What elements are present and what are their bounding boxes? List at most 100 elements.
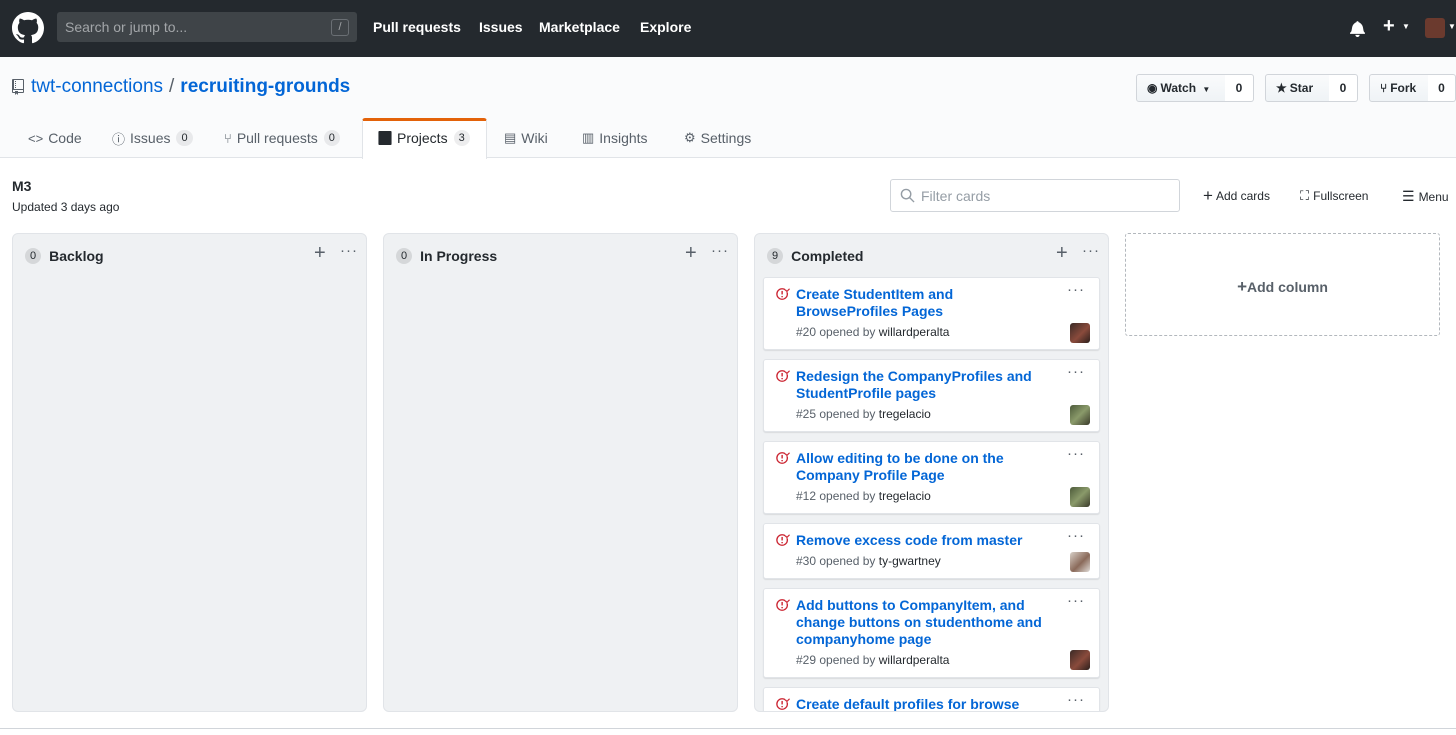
add-card-plus-icon[interactable]: + xyxy=(1056,242,1068,265)
menu-button[interactable]: ☰ Menu xyxy=(1402,188,1449,205)
nav-marketplace[interactable]: Marketplace xyxy=(539,19,620,35)
issue-meta: #20 opened by willardperalta xyxy=(796,325,949,339)
issue-title-link[interactable]: Remove excess code from master xyxy=(796,532,1056,549)
column-menu-icon[interactable]: ··· xyxy=(340,242,358,259)
avatar[interactable] xyxy=(1070,323,1090,343)
issue-card[interactable]: Allow editing to be done on the Company … xyxy=(763,441,1100,514)
avatar[interactable] xyxy=(1070,552,1090,572)
nav-explore[interactable]: Explore xyxy=(640,19,691,35)
issue-card[interactable]: Create StudentItem and BrowseProfiles Pa… xyxy=(763,277,1100,350)
tab-counter: 0 xyxy=(176,130,193,146)
issue-author-link[interactable]: willardperalta xyxy=(879,653,950,667)
issue-number: #20 opened by xyxy=(796,325,876,339)
issue-number: #29 opened by xyxy=(796,653,876,667)
fork-button[interactable]: ⑂ Fork xyxy=(1369,74,1429,102)
github-logo-icon[interactable] xyxy=(12,12,44,44)
issue-author-link[interactable]: willardperalta xyxy=(879,325,950,339)
repo-name-link[interactable]: recruiting-grounds xyxy=(180,76,350,98)
column-card-count: 0 xyxy=(25,248,42,264)
tab-wiki[interactable]: ▤ Wiki xyxy=(504,129,548,147)
closed-issue-icon xyxy=(776,598,790,611)
watch-count[interactable]: 0 xyxy=(1225,74,1254,102)
column-menu-icon[interactable]: ··· xyxy=(711,242,729,259)
tab-insights[interactable]: ▥ Insights xyxy=(582,129,648,147)
issue-meta: #12 opened by tregelacio xyxy=(796,489,931,503)
column-menu-icon[interactable]: ··· xyxy=(1082,242,1100,259)
tab-settings[interactable]: ⚙ Settings xyxy=(684,129,751,147)
card-menu-icon[interactable]: ··· xyxy=(1067,363,1085,380)
star-count[interactable]: 0 xyxy=(1329,74,1358,102)
card-menu-icon[interactable]: ··· xyxy=(1067,691,1085,708)
nav-pull-requests[interactable]: Pull requests xyxy=(373,19,461,35)
closed-issue-icon xyxy=(776,287,790,300)
add-column-text: Add column xyxy=(1247,279,1328,295)
code-icon: <> xyxy=(28,130,44,146)
fullscreen-button[interactable]: ⛶ Fullscreen xyxy=(1300,188,1368,204)
nav-issues[interactable]: Issues xyxy=(479,19,523,35)
filter-cards-input[interactable]: Filter cards xyxy=(890,179,1180,212)
issue-number: #12 opened by xyxy=(796,489,876,503)
project-column-in-progress: 0 In Progress + ··· xyxy=(383,233,738,712)
issue-title-link[interactable]: Add buttons to CompanyItem, and change b… xyxy=(796,597,1056,648)
search-input[interactable]: Search or jump to... / xyxy=(57,12,357,42)
avatar[interactable] xyxy=(1070,405,1090,425)
project-column-backlog: 0 Backlog + ··· xyxy=(12,233,367,712)
column-header: 0 Backlog xyxy=(25,248,104,264)
card-menu-icon[interactable]: ··· xyxy=(1067,445,1085,462)
plus-icon: + xyxy=(1237,277,1248,296)
column-header: 9 Completed xyxy=(767,248,863,264)
repo-owner-link[interactable]: twt-connections xyxy=(31,76,163,98)
star-button[interactable]: ★ Star xyxy=(1265,74,1330,102)
chevron-down-icon: ▼ xyxy=(1402,22,1410,31)
repository-header: twt-connections / recruiting-grounds ◉ Wa… xyxy=(0,57,1456,159)
avatar[interactable] xyxy=(1425,18,1445,38)
tab-label: Projects xyxy=(397,130,448,146)
pull-request-icon: ⑂ xyxy=(224,130,232,146)
issue-meta: #25 opened by tregelacio xyxy=(796,407,931,421)
bell-icon[interactable] xyxy=(1350,20,1365,37)
issue-meta: #29 opened by willardperalta xyxy=(796,653,949,667)
issue-title-link[interactable]: Redesign the CompanyProfiles and Student… xyxy=(796,368,1056,402)
issue-title-link[interactable]: Create StudentItem and BrowseProfiles Pa… xyxy=(796,286,1056,320)
closed-issue-icon xyxy=(776,451,790,464)
add-column-button[interactable]: +Add column xyxy=(1125,233,1440,336)
issue-card[interactable]: Create default profiles for browse ··· xyxy=(763,687,1100,711)
avatar[interactable] xyxy=(1070,487,1090,507)
issue-title-link[interactable]: Create default profiles for browse xyxy=(796,696,1056,711)
project-updated: Updated 3 days ago xyxy=(12,200,120,214)
column-title[interactable]: In Progress xyxy=(420,248,497,264)
issue-author-link[interactable]: tregelacio xyxy=(879,489,931,503)
menu-label: Menu xyxy=(1418,189,1449,204)
column-title[interactable]: Completed xyxy=(791,248,863,264)
tab-issues[interactable]: ⓘ Issues 0 xyxy=(112,129,193,147)
issue-author-link[interactable]: tregelacio xyxy=(879,407,931,421)
add-card-plus-icon[interactable]: + xyxy=(685,242,697,265)
card-menu-icon[interactable]: ··· xyxy=(1067,527,1085,544)
column-title[interactable]: Backlog xyxy=(49,248,103,264)
tab-code[interactable]: <> Code xyxy=(28,129,82,147)
card-menu-icon[interactable]: ··· xyxy=(1067,281,1085,298)
card-menu-icon[interactable]: ··· xyxy=(1067,592,1085,609)
search-placeholder: Search or jump to... xyxy=(65,19,188,35)
chevron-down-icon: ▼ xyxy=(1448,22,1456,31)
tab-label: Wiki xyxy=(521,130,548,146)
watch-button[interactable]: ◉ Watch ▼ xyxy=(1136,74,1226,102)
create-new-icon[interactable]: + xyxy=(1383,15,1395,38)
add-card-plus-icon[interactable]: + xyxy=(314,242,326,265)
eye-icon: ◉ xyxy=(1147,81,1158,95)
search-shortcut-key: / xyxy=(331,19,349,36)
issue-card[interactable]: Remove excess code from master #30 opene… xyxy=(763,523,1100,579)
issue-card[interactable]: Redesign the CompanyProfiles and Student… xyxy=(763,359,1100,432)
avatar[interactable] xyxy=(1070,650,1090,670)
add-cards-button[interactable]: + Add cards xyxy=(1203,186,1270,206)
issue-number: #30 opened by xyxy=(796,554,876,568)
issue-author-link[interactable]: ty-gwartney xyxy=(879,554,941,568)
issue-title-link[interactable]: Allow editing to be done on the Company … xyxy=(796,450,1056,484)
divider xyxy=(0,728,1456,729)
tab-pull-requests[interactable]: ⑂ Pull requests 0 xyxy=(224,129,340,147)
issue-card[interactable]: Add buttons to CompanyItem, and change b… xyxy=(763,588,1100,678)
tab-counter: 3 xyxy=(453,130,470,146)
tab-projects[interactable]: Projects 3 xyxy=(378,129,470,147)
fork-count[interactable]: 0 xyxy=(1428,74,1456,102)
add-cards-label: Add cards xyxy=(1215,189,1270,203)
